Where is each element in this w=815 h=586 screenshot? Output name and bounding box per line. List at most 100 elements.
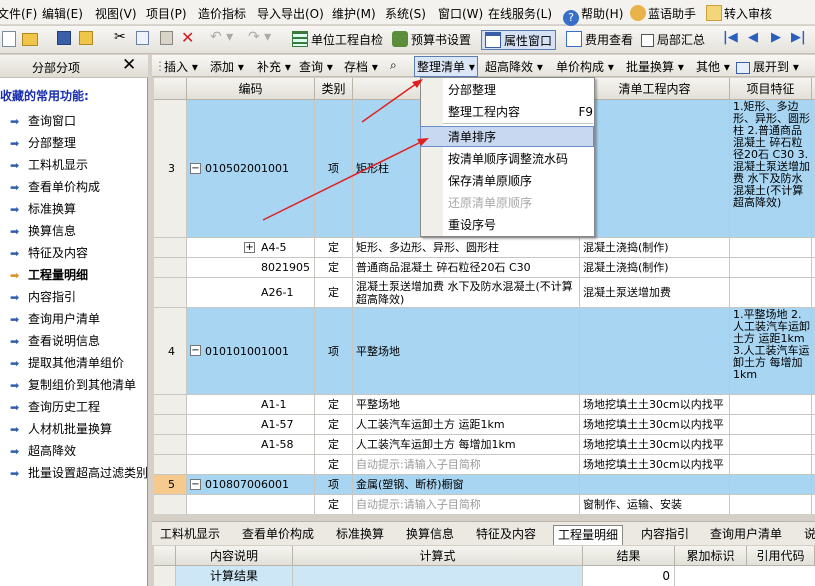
cell-type[interactable]: 定 [315,415,353,435]
archive-dropdown[interactable]: 存档 ▾ [344,58,378,75]
favorite-item[interactable]: ➡ 批量设置超高过滤类别 [10,464,148,482]
favorite-item[interactable]: ➡ 内容指引 [10,288,76,306]
cell-feature[interactable] [730,238,812,258]
cell-code[interactable]: −010101001001 [187,308,315,395]
cell-name[interactable]: 平整场地 [353,308,580,395]
next-record-icon[interactable]: ▶ [771,30,781,48]
favorite-item[interactable]: ➡ 查询历史工程 [10,398,100,416]
menu-project[interactable]: 项目(P) [146,5,187,22]
bottom-cell-formula[interactable] [293,566,583,586]
cell-code[interactable]: 8021905 [187,258,315,278]
tab-quantity-detail[interactable]: 工程量明细 [553,525,624,545]
menu-item-adjust-serial[interactable]: 按清单顺序调整流水码 [448,149,568,169]
menu-file[interactable]: 文件(F) [0,5,37,22]
menu-item-section-organize[interactable]: 分部整理 [448,80,496,100]
cell-content[interactable]: 场地挖填土土30cm以内找平 [580,435,730,455]
cell-feature[interactable]: 1.矩形、多边形、异形、圆形柱 2.普通商品混凝土 碎石粒径20石 C30 3.… [730,100,812,238]
cell-feature[interactable] [730,495,812,514]
favorite-item[interactable]: ➡ 工程量明细 [10,266,88,284]
tab-unit-price[interactable]: 查看单价构成 [238,525,318,545]
cell-code[interactable]: A1-57 [187,415,315,435]
add-dropdown[interactable]: 添加 ▾ [210,58,244,75]
last-record-icon[interactable]: ▶| [791,30,806,48]
bottom-header-desc[interactable]: 内容说明 [176,546,293,566]
cell-code[interactable]: A1-1 [187,395,315,415]
cell-feature[interactable] [730,455,812,475]
cell-name[interactable]: 普通商品混凝土 碎石粒径20石 C30 [353,258,580,278]
favorite-item[interactable]: ➡ 查询窗口 [10,112,76,130]
cell-code[interactable]: −010502001001 [187,100,315,238]
organize-list-dropdown[interactable]: 整理清单 ▾ [414,56,478,77]
batch-convert-dropdown[interactable]: 批量换算 ▾ [626,58,684,75]
favorite-item[interactable]: ➡ 查看单价构成 [10,178,100,196]
query-dropdown[interactable]: 查询 ▾ [299,58,333,75]
expand-icon[interactable]: + [244,242,255,253]
cell-content[interactable]: 场地挖填土土30cm以内找平 [580,395,730,415]
menu-window[interactable]: 窗口(W) [438,5,483,22]
supplement-dropdown[interactable]: 补充 ▾ [257,58,291,75]
menu-maintain[interactable]: 维护(M) [332,5,376,22]
cell-name[interactable]: 自动提示:请输入子目简称 [353,455,580,475]
tab-content-guide[interactable]: 内容指引 [637,525,693,545]
cell-content[interactable] [580,308,730,395]
unit-price-dropdown[interactable]: 单价构成 ▾ [556,58,614,75]
cell-content[interactable]: 混凝土浇捣(制作) [580,258,730,278]
cell-code[interactable] [187,495,315,514]
bottom-header-accumulate[interactable]: 累加标识 [675,546,747,566]
bottom-header-formula[interactable]: 计算式 [293,546,583,566]
expand-to-dropdown[interactable]: 展开到 ▾ [736,58,799,75]
cell-feature[interactable] [730,475,812,495]
grid-header-feature[interactable]: 项目特征 [730,78,812,100]
menu-edit[interactable]: 编辑(E) [42,5,83,22]
favorite-item[interactable]: ➡ 查看说明信息 [10,332,100,350]
cell-name[interactable]: 金属(塑钢、断桥)橱窗 [353,475,580,495]
menu-cost-index[interactable]: 造价指标 [198,5,246,22]
cell-type[interactable]: 定 [315,455,353,475]
save-icon[interactable] [57,31,74,49]
cell-feature[interactable] [730,278,812,308]
favorite-item[interactable]: ➡ 标准换算 [10,200,76,218]
cell-content[interactable]: 场地挖填土土30cm以内找平 [580,455,730,475]
tab-standard-convert[interactable]: 标准换算 [332,525,388,545]
cell-code[interactable]: −010807006001 [187,475,315,495]
menu-online-service[interactable]: 在线服务(L) [488,5,552,22]
cell-type[interactable]: 定 [315,395,353,415]
copy-icon[interactable] [136,31,152,49]
cell-name[interactable]: 人工装汽车运卸土方 每增加1km [353,435,580,455]
cell-type[interactable]: 项 [315,475,353,495]
favorite-item[interactable]: ➡ 提取其他清单组价 [10,354,124,372]
cell-type[interactable]: 定 [315,495,353,514]
menu-assistant[interactable]: 蓝语助手 [630,5,696,22]
menu-transfer-audit[interactable]: 转入审核 [706,5,772,22]
new-icon[interactable] [2,31,19,49]
cell-type[interactable]: 定 [315,278,353,308]
cell-feature[interactable] [730,258,812,278]
cell-feature[interactable]: 1.平整场地 2.人工装汽车运卸土方 运距1km 3.人工装汽车运卸土方 每增加… [730,308,812,395]
cell-content[interactable] [580,100,730,238]
collapse-icon[interactable]: − [190,479,201,490]
cell-name[interactable]: 自动提示:请输入子目简称 [353,495,580,514]
menu-system[interactable]: 系统(S) [385,5,426,22]
cell-type[interactable]: 定 [315,258,353,278]
cell-name[interactable]: 人工装汽车运卸土方 运距1km [353,415,580,435]
cell-content[interactable]: 窗制作、运输、安装 [580,495,730,514]
cell-content[interactable] [580,475,730,495]
insert-dropdown[interactable]: 插入 ▾ [164,58,198,75]
height-reduction-dropdown[interactable]: 超高降效 ▾ [485,58,543,75]
prev-record-icon[interactable]: ◀ [748,30,758,48]
cell-content[interactable]: 混凝土浇捣(制作) [580,238,730,258]
cell-name[interactable]: 混凝土泵送增加费 水下及防水混凝土(不计算超高降效) [353,278,580,308]
tab-description[interactable]: 说明 [800,525,815,545]
menu-item-organize-content[interactable]: 整理工程内容 F9 [448,102,593,122]
property-window-button[interactable]: 属性窗口 [481,30,557,50]
cell-name[interactable]: 矩形、多边形、异形、圆形柱 [353,238,580,258]
grid-header-content[interactable]: 清单工程内容 [580,78,730,100]
delete-icon[interactable]: ✕ [181,28,194,47]
favorite-item[interactable]: ➡ 工料机显示 [10,156,88,174]
favorite-item[interactable]: ➡ 分部整理 [10,134,76,152]
open-folder-icon[interactable] [22,31,41,49]
menu-item-save-order[interactable]: 保存清单原顺序 [448,171,532,191]
grid-header-type[interactable]: 类别 [315,78,353,100]
favorite-item[interactable]: ➡ 查询用户清单 [10,310,100,328]
favorite-item[interactable]: ➡ 复制组价到其他清单 [10,376,136,394]
